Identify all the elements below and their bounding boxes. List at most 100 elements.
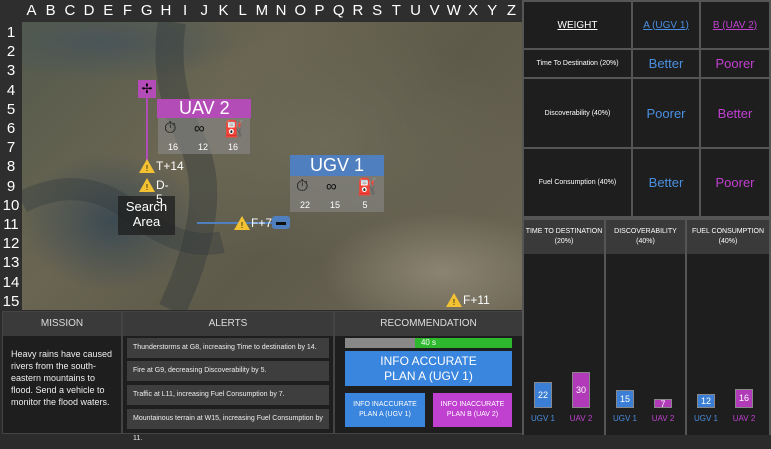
timer-bar: 40 s <box>345 338 512 348</box>
warning-marker-d5[interactable]: ! D-5 <box>139 178 169 206</box>
row-label: 8 <box>6 158 16 176</box>
warning-icon: ! <box>446 293 462 307</box>
column-label: U <box>410 2 421 19</box>
marker-label-d5: D-5 <box>156 178 169 206</box>
mission-header: MISSION <box>3 312 121 336</box>
column-label: K <box>218 2 229 19</box>
chart-group-fuel: FUEL CONSUMPTION (40%) <box>687 220 769 435</box>
column-label: P <box>314 2 325 19</box>
row-label: 14 <box>2 273 20 291</box>
row-label: 5 <box>6 100 16 118</box>
alerts-panel: ALERTS Thunderstorms at G8, increasing T… <box>122 311 334 442</box>
warning-icon: ! <box>139 159 155 173</box>
svg-text:!: ! <box>453 298 455 307</box>
binoculars-icon: ∞ <box>194 120 205 137</box>
plan-a-rating: Better <box>633 149 699 216</box>
column-label: F <box>122 2 133 19</box>
ugv-fuel-value: 5 <box>362 200 368 210</box>
map-grid-lines <box>22 22 225 310</box>
plan-a-rating: Better <box>633 50 699 77</box>
alert-item[interactable]: Fire at G9, decreasing Discoverability b… <box>127 361 329 381</box>
alert-item[interactable]: Thunderstorms at G8, increasing Time to … <box>127 338 329 358</box>
mission-text: Heavy rains have caused rivers from the … <box>11 349 113 407</box>
warning-marker-t14[interactable]: ! T+14 <box>139 159 184 178</box>
column-label: G <box>140 2 153 19</box>
row-label: 9 <box>6 177 16 195</box>
uav-stats-tile: ⏱ ∞ ⛽ 16 12 16 <box>158 118 250 154</box>
row-label: 11 <box>3 216 19 233</box>
binoculars-icon: ∞ <box>326 178 337 195</box>
ugv-stats-tile: ⏱ ∞ ⛽ 22 15 5 <box>290 176 384 212</box>
row-label: 10 <box>2 196 20 214</box>
plan-b-rating: Poorer <box>701 50 769 77</box>
plan-b-rating: Poorer <box>701 149 769 216</box>
weight-header: WEIGHT <box>524 2 631 48</box>
column-label: M <box>255 2 269 19</box>
column-label: Z <box>506 2 517 19</box>
column-label: O <box>294 2 307 19</box>
row-label: 1 <box>6 24 16 41</box>
recommendation-panel: RECOMMENDATION 40 s INFO ACCURATE PLAN A… <box>334 311 523 434</box>
uav-time-value: 16 <box>167 142 178 152</box>
row-header-bar: 1 2 3 4 5 6 7 8 9 10 11 12 13 14 15 <box>0 22 22 310</box>
alerts-header: ALERTS <box>123 312 333 336</box>
column-label: S <box>372 2 383 19</box>
ugv-vehicle-icon[interactable]: ▬ <box>272 216 290 229</box>
uav-label-box: UAV 2 <box>157 98 251 118</box>
fuel-pump-icon: ⛽ <box>224 121 244 138</box>
warning-icon: ! <box>139 178 155 192</box>
ugv-label-box: UGV 1 <box>290 155 384 176</box>
info-inaccurate-plan-a-button[interactable]: INFO INACCURATE PLAN A (UGV 1) <box>345 393 425 427</box>
satellite-map[interactable]: ✢ UAV 2 ⏱ ∞ ⛽ 16 12 16 UGV 1 ⏱ ∞ ⛽ 22 15… <box>22 22 522 310</box>
svg-text:!: ! <box>241 221 243 230</box>
row-label: 6 <box>6 120 16 137</box>
marker-label-t14: T+14 <box>156 159 184 173</box>
column-header-bar: ABCDEFGHIJKLMNOPQRSTUVWXYZ <box>0 0 522 22</box>
row-label: 2 <box>6 43 16 61</box>
stopwatch-icon: ⏱ <box>296 178 309 195</box>
column-label: E <box>103 2 114 19</box>
chart-title: FUEL CONSUMPTION (40%) <box>687 220 769 254</box>
column-label: Y <box>487 2 498 19</box>
info-inaccurate-plan-b-button[interactable]: INFO INACCURATE PLAN B (UAV 2) <box>433 393 512 427</box>
column-label: J <box>200 2 209 19</box>
column-label: X <box>468 2 479 19</box>
row-label: 12 <box>2 235 20 253</box>
row-label: 3 <box>6 62 16 80</box>
marker-label-f11: F+11 <box>463 293 490 307</box>
column-label: B <box>45 2 56 19</box>
info-accurate-button[interactable]: INFO ACCURATE PLAN A (UGV 1) <box>345 351 512 386</box>
timer-label: 40 s <box>420 338 437 347</box>
svg-text:!: ! <box>146 183 148 192</box>
uav-drone-icon[interactable]: ✢ <box>138 80 156 98</box>
column-label: L <box>238 2 247 19</box>
warning-marker-f7[interactable]: ! F+7 <box>234 216 272 235</box>
stopwatch-icon: ⏱ <box>164 120 177 137</box>
ugv-time-value: 22 <box>299 200 310 210</box>
alert-item[interactable]: Mountainous terrain at W15, increasing F… <box>127 409 329 442</box>
column-label: H <box>160 2 172 19</box>
uav-discoverability-value: 12 <box>197 142 208 152</box>
column-label: N <box>275 2 287 19</box>
column-label: C <box>64 2 76 19</box>
ugv-discoverability-value: 15 <box>329 200 340 210</box>
uav-fuel-value: 16 <box>227 142 238 152</box>
alert-item[interactable]: Traffic at L11, increasing Fuel Consumpt… <box>127 385 329 405</box>
column-label: A <box>26 2 37 19</box>
mission-panel: MISSION Heavy rains have caused rivers f… <box>2 311 122 434</box>
column-label: I <box>183 2 188 19</box>
uav-label: UAV 2 <box>179 98 230 118</box>
column-label: D <box>83 2 95 19</box>
warning-marker-f11[interactable]: ! F+11 <box>446 293 490 310</box>
column-label: V <box>429 2 440 19</box>
fuel-pump-icon: ⛽ <box>357 179 377 196</box>
column-label: R <box>352 2 364 19</box>
recommendation-header: RECOMMENDATION <box>335 312 522 336</box>
ugv-label: UGV 1 <box>310 155 365 175</box>
plan-a-rating: Poorer <box>633 79 699 147</box>
warning-icon: ! <box>234 216 250 230</box>
column-label: W <box>446 2 461 19</box>
plan-b-rating: Better <box>701 79 769 147</box>
uav-path-line <box>146 96 148 164</box>
plan-b-header: B (UAV 2) <box>701 2 769 48</box>
